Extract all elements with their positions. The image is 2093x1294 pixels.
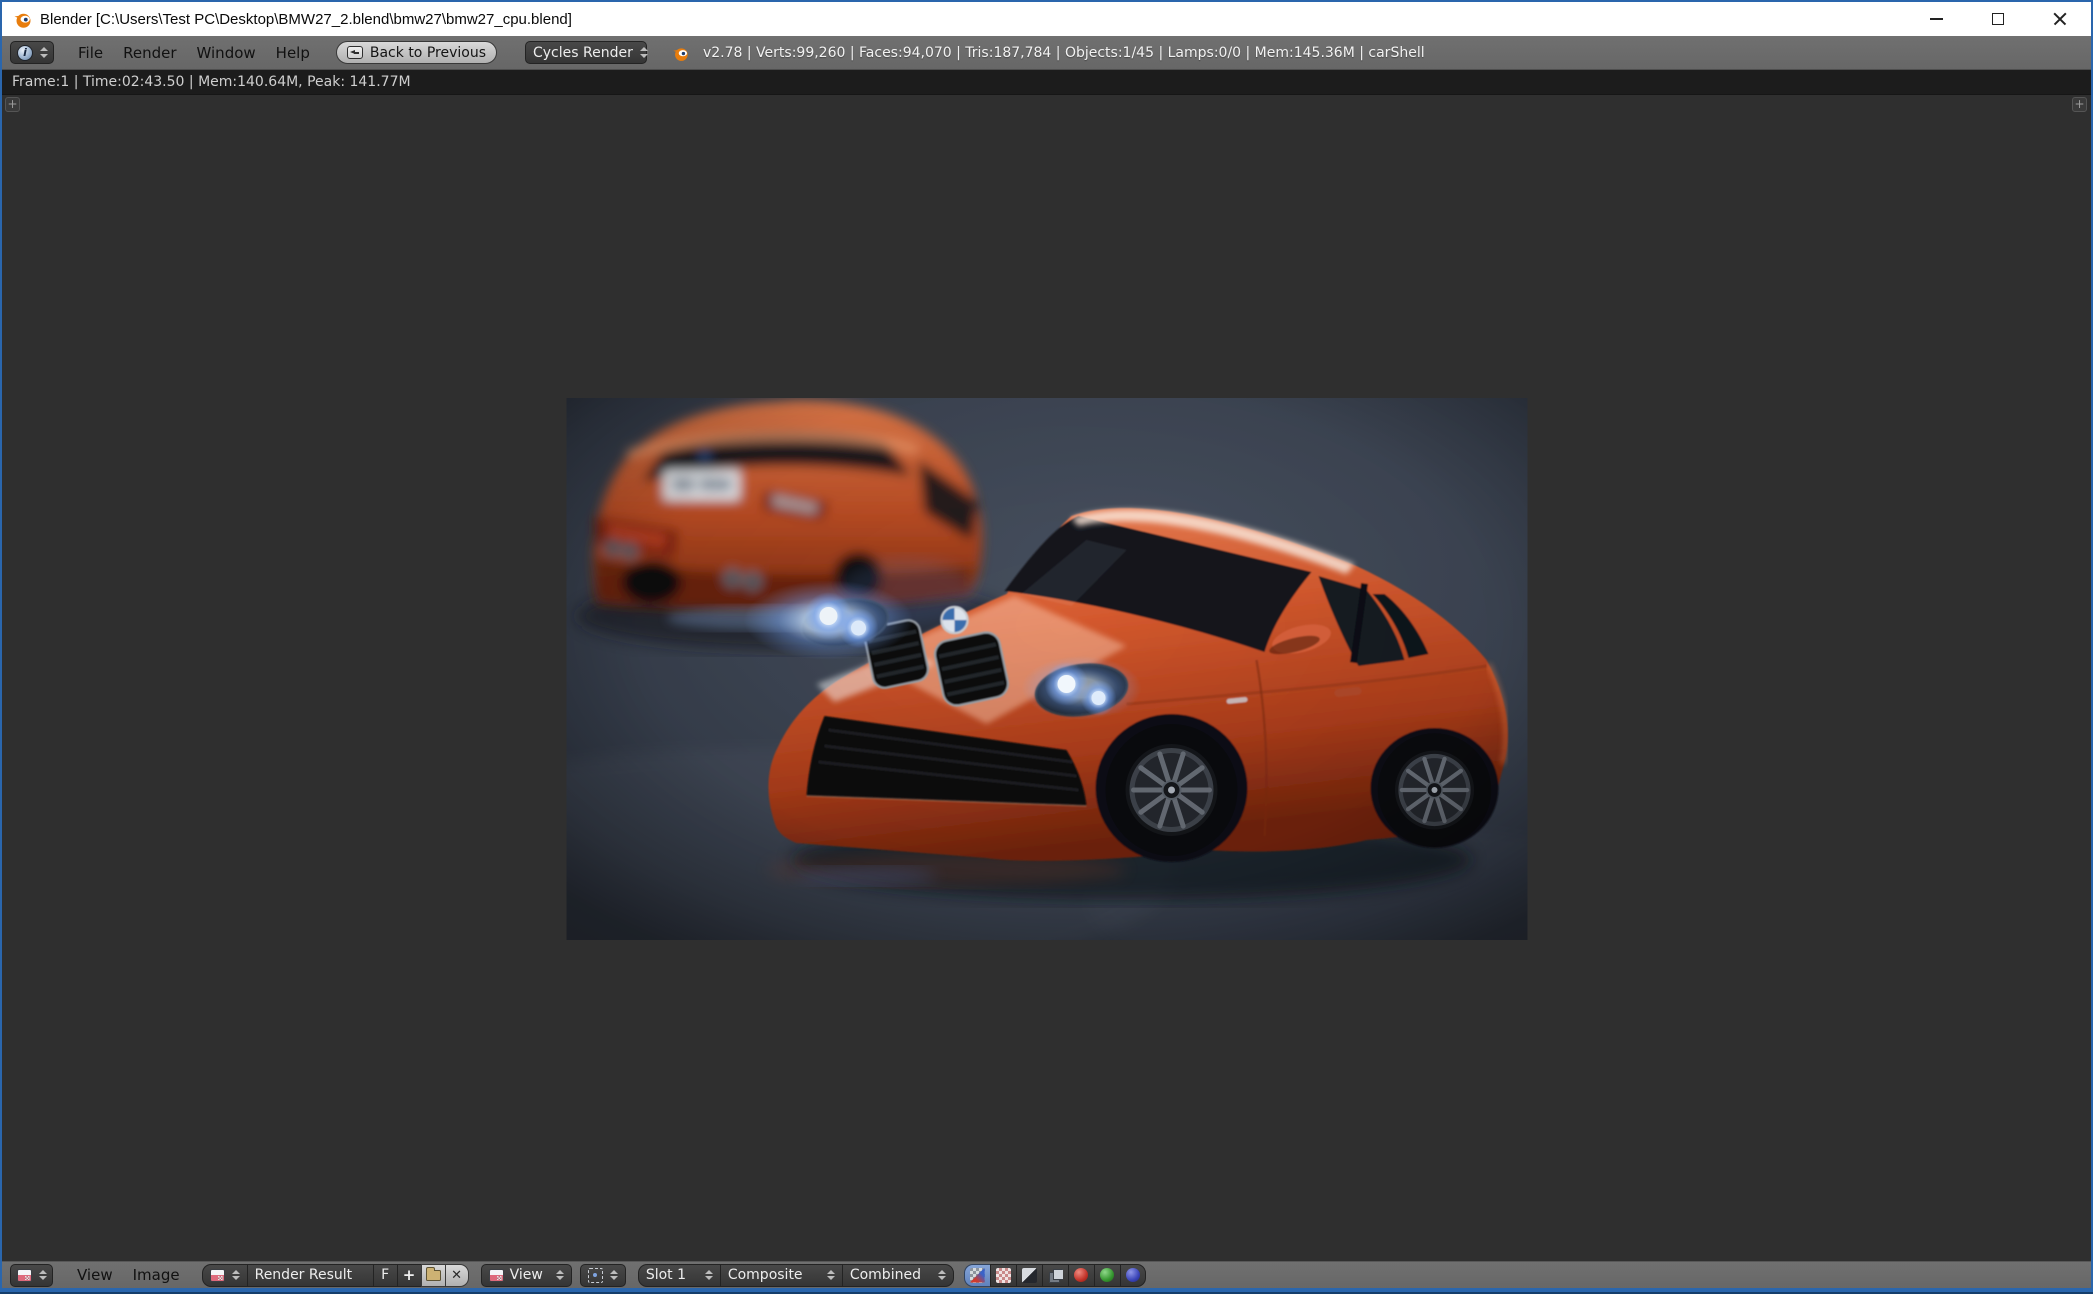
chevron-up-down-icon <box>639 47 648 58</box>
menu-file[interactable]: File <box>68 44 113 62</box>
image-datablock: Render Result F + ✕ <box>201 1263 469 1287</box>
render-engine-select[interactable]: Cycles Render <box>524 41 648 64</box>
blue-channel-icon <box>1125 1268 1140 1282</box>
chevron-up-down-icon <box>40 47 48 58</box>
back-to-previous-label: Back to Previous <box>369 44 486 61</box>
chevron-up-down-icon <box>704 1269 713 1281</box>
info-editor-icon: i <box>17 44 33 61</box>
color-icon <box>1048 1268 1063 1283</box>
titlebar: Blender [C:\Users\Test PC\Desktop\BMW27_… <box>2 2 2091 36</box>
minimize-button[interactable] <box>1905 2 1967 36</box>
red-channel-icon <box>1074 1268 1089 1282</box>
display-channels-group <box>963 1263 1146 1287</box>
display-channel-green-button[interactable] <box>1093 1263 1120 1287</box>
render-result-selectors: Slot 1 Composite Combined <box>637 1263 954 1287</box>
slot-dropdown[interactable]: Slot 1 <box>637 1263 720 1287</box>
chevron-up-down-icon <box>609 1269 618 1281</box>
image-mode-icon <box>488 1268 504 1282</box>
display-channel-alpha-button[interactable] <box>989 1263 1016 1287</box>
render-result-image <box>566 398 1527 940</box>
blender-logo-icon <box>673 47 688 61</box>
unlink-image-button[interactable]: ✕ <box>444 1263 469 1287</box>
menu-render[interactable]: Render <box>113 44 186 62</box>
close-button[interactable] <box>2029 2 2091 36</box>
render-status-text: Frame:1 | Time:02:43.50 | Mem:140.64M, P… <box>12 74 411 90</box>
image-editor-icon <box>17 1268 32 1282</box>
pivot-dropdown[interactable] <box>579 1263 626 1287</box>
back-to-previous-button[interactable]: Back to Previous <box>335 41 497 64</box>
image-editor-header: View Image Render Result F + ✕ View Slot… <box>2 1261 2091 1288</box>
chevron-up-down-icon <box>39 1269 47 1281</box>
menu-image[interactable]: Image <box>123 1266 190 1284</box>
window-controls <box>1905 2 2091 36</box>
region-expand-left-button[interactable]: + <box>5 97 20 112</box>
menu-help[interactable]: Help <box>266 44 320 62</box>
chevron-up-down-icon <box>555 1269 564 1281</box>
mode-dropdown[interactable]: View <box>480 1263 572 1287</box>
minimize-icon <box>1929 18 1943 20</box>
slot-value: Slot 1 <box>645 1267 687 1283</box>
display-channel-color-button[interactable] <box>1041 1263 1068 1287</box>
display-channel-red-button[interactable] <box>1067 1263 1094 1287</box>
close-icon <box>2053 12 2067 26</box>
window-title: Blender [C:\Users\Test PC\Desktop\BMW27_… <box>40 10 572 28</box>
editor-type-selector[interactable]: i <box>10 41 54 64</box>
unlink-icon: ✕ <box>451 1267 463 1283</box>
open-image-button[interactable] <box>420 1263 445 1287</box>
color-alpha-icon <box>969 1267 985 1283</box>
maximize-icon <box>1992 13 2004 25</box>
info-header: i File Render Window Help Back to Previo… <box>2 36 2091 70</box>
render-status-bar: Frame:1 | Time:02:43.50 | Mem:140.64M, P… <box>2 70 2091 95</box>
alpha-icon <box>995 1267 1011 1283</box>
render-pass-value: Combined <box>849 1267 921 1283</box>
menu-view[interactable]: View <box>67 1266 123 1284</box>
chevron-up-down-icon <box>826 1269 835 1281</box>
maximize-button[interactable] <box>1967 2 2029 36</box>
screen-back-icon <box>346 46 363 59</box>
display-channel-blue-button[interactable] <box>1119 1263 1146 1287</box>
folder-icon <box>425 1266 441 1281</box>
image-name-field[interactable]: Render Result <box>246 1263 373 1287</box>
chevron-up-down-icon <box>937 1269 946 1281</box>
pivot-point-icon <box>587 1267 603 1283</box>
scene-stats: v2.78 | Verts:99,260 | Faces:94,070 | Tr… <box>702 44 1425 61</box>
chevron-up-down-icon <box>231 1269 240 1281</box>
editor-type-selector-bottom[interactable] <box>10 1263 53 1287</box>
z-buffer-icon <box>1021 1267 1037 1283</box>
render-engine-value: Cycles Render <box>532 44 633 61</box>
image-editor-canvas: + + <box>2 95 2091 1261</box>
green-channel-icon <box>1100 1268 1115 1282</box>
plus-icon: + <box>402 1266 416 1284</box>
menu-window[interactable]: Window <box>187 44 266 62</box>
render-pass-dropdown[interactable]: Combined <box>841 1263 954 1287</box>
display-channel-color-alpha-button[interactable] <box>963 1263 990 1287</box>
image-browse-dropdown[interactable] <box>201 1263 247 1287</box>
render-layer-dropdown[interactable]: Composite <box>719 1263 842 1287</box>
display-channel-zbuffer-button[interactable] <box>1015 1263 1042 1287</box>
render-layer-value: Composite <box>727 1267 803 1283</box>
fake-user-button[interactable]: F <box>372 1263 397 1287</box>
blender-window: Blender [C:\Users\Test PC\Desktop\BMW27_… <box>2 2 2091 1288</box>
new-image-button[interactable]: + <box>396 1263 421 1287</box>
mode-value: View <box>509 1267 543 1283</box>
blender-logo-icon <box>14 13 31 28</box>
image-icon <box>209 1268 225 1282</box>
region-expand-right-button[interactable]: + <box>2072 97 2087 112</box>
